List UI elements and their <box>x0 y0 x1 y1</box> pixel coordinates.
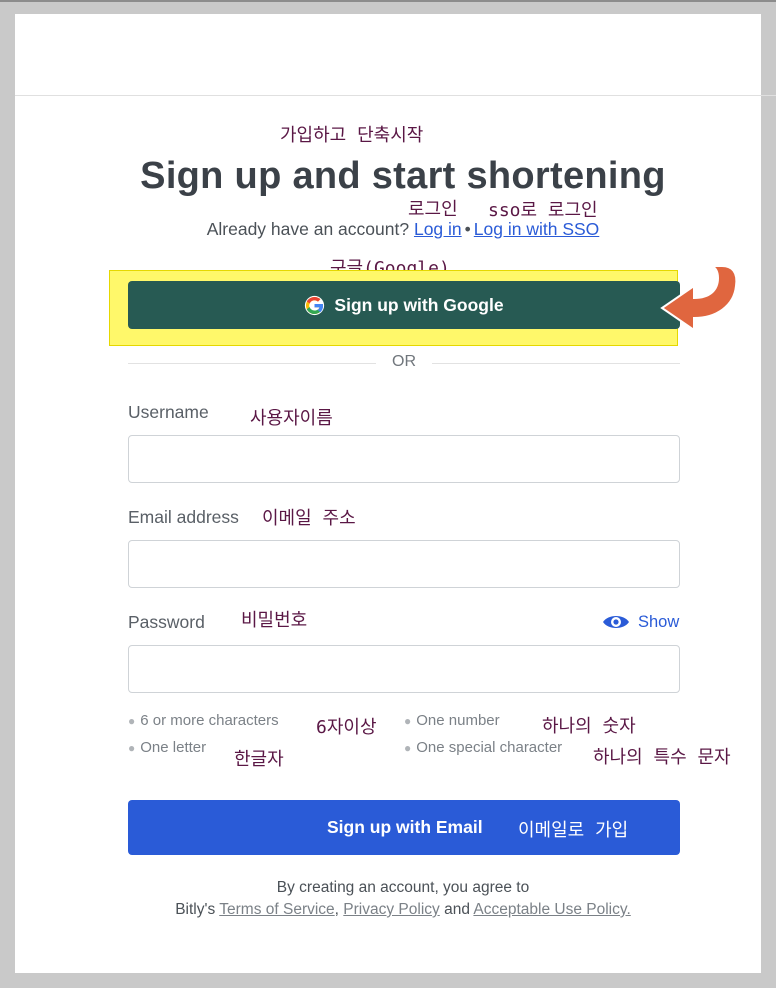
or-divider: OR <box>128 352 680 372</box>
annotation-special-char: 하나의 특수 문자 <box>593 747 731 768</box>
bullet-icon: ● <box>128 741 136 755</box>
requirement-special: ● One special character <box>404 739 562 756</box>
google-icon <box>305 295 325 315</box>
google-signup-button[interactable]: Sign up with Google <box>128 281 680 329</box>
bullet-icon: ● <box>404 741 412 755</box>
annotation-six-chars: 6자이상 <box>316 717 377 738</box>
show-label: Show <box>638 612 680 631</box>
requirement-text: One special character <box>416 739 563 756</box>
annotation-one-number: 하나의 숫자 <box>542 716 636 737</box>
requirement-min-length: ● 6 or more characters <box>128 712 279 729</box>
bullet-icon: ● <box>128 714 136 728</box>
acceptable-use-policy-link[interactable]: Acceptable Use Policy. <box>473 901 630 918</box>
annotation-email: 이메일 주소 <box>262 508 356 529</box>
show-password-toggle[interactable]: Show <box>602 612 679 632</box>
account-question: Already have an account? <box>206 219 410 239</box>
or-text: OR <box>392 353 416 370</box>
username-input[interactable] <box>128 435 680 483</box>
requirement-text: One number <box>416 712 500 729</box>
login-link[interactable]: Log in <box>414 219 462 239</box>
eye-icon <box>603 616 629 628</box>
privacy-policy-link[interactable]: Privacy Policy <box>343 901 439 918</box>
terms-comma: , <box>334 901 339 918</box>
username-label: Username <box>128 402 209 422</box>
page-title: Sign up and start shortening <box>140 155 666 197</box>
email-button-label: Sign up with Email <box>327 817 483 837</box>
annotation-password: 비밀번호 <box>241 610 308 631</box>
header-divider <box>15 95 776 96</box>
terms-prefix: Bitly's <box>175 901 216 918</box>
requirement-number: ● One number <box>404 712 500 729</box>
terms-line-2: Bitly's Terms of Service, Privacy Policy… <box>0 899 776 921</box>
requirement-text: One letter <box>140 739 207 756</box>
bullet-icon: ● <box>404 714 412 728</box>
terms-line-1: By creating an account, you agree to <box>276 879 530 896</box>
annotation-title: 가입하고 단축시작 <box>280 125 424 146</box>
email-label: Email address <box>128 507 239 527</box>
annotation-login: 로그인 <box>408 199 458 220</box>
requirement-letter: ● One letter <box>128 739 206 756</box>
annotation-username: 사용자이름 <box>250 408 333 429</box>
window-top-border <box>0 0 776 2</box>
google-button-label: Sign up with Google <box>334 294 504 315</box>
curved-arrow-icon <box>660 265 738 332</box>
terms-of-service-link[interactable]: Terms of Service <box>219 901 334 918</box>
terms-and: and <box>444 901 470 918</box>
password-input[interactable] <box>128 645 680 693</box>
annotation-email-signup: 이메일로 가입 <box>518 820 629 841</box>
annotation-one-letter: 한글자 <box>234 749 284 770</box>
sso-login-link[interactable]: Log in with SSO <box>474 219 599 239</box>
email-input[interactable] <box>128 540 680 588</box>
password-label: Password <box>128 612 205 632</box>
login-prompt: Already have an account? Log in • Log in w… <box>0 219 776 240</box>
requirement-text: 6 or more characters <box>140 712 279 729</box>
separator-dot: • <box>464 219 471 239</box>
